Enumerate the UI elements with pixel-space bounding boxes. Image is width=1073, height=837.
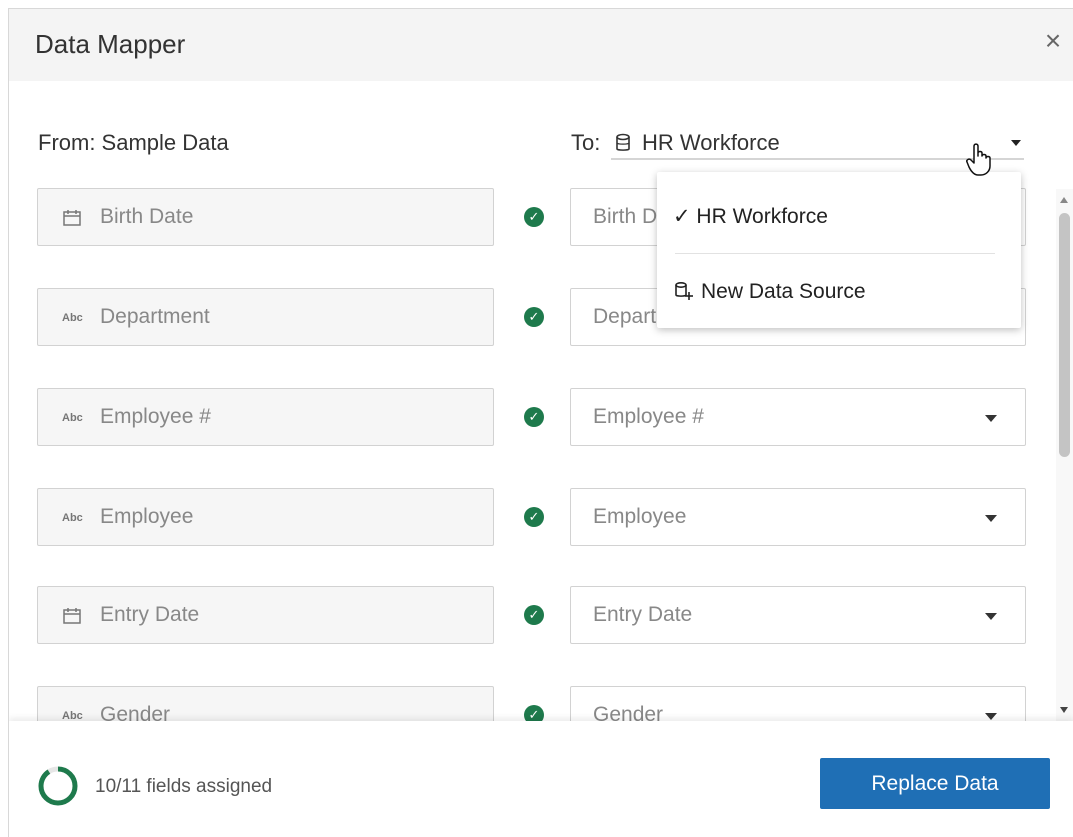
string-type-icon: Abc [62,412,83,424]
target-field-select[interactable]: Entry Date [570,586,1026,644]
source-field-label: Birth Date [100,205,194,228]
source-field-label: Employee # [100,405,211,428]
to-selector: To: HR Workforce [571,130,1026,162]
mapping-row: Entry Date ✓ Entry Date [9,586,1054,644]
dropdown-divider [675,253,995,254]
chevron-down-icon[interactable] [1011,140,1021,146]
dropdown-item-hr-workforce[interactable]: ✓ HR Workforce [657,186,1021,246]
source-field-label: Gender [100,703,171,721]
chevron-down-icon[interactable] [985,415,997,422]
source-field: Abc Department [37,288,494,346]
hand-cursor-icon [966,143,991,176]
target-field-value: Gender [593,703,664,721]
check-icon: ✓ [524,407,544,427]
chevron-down-icon[interactable] [985,515,997,522]
dropdown-item-new-data-source[interactable]: New Data Source [657,262,1021,322]
scrollbar-thumb[interactable] [1059,213,1070,457]
data-source-dropdown: ✓ HR Workforce New Data Source [657,172,1021,328]
target-field-select[interactable]: Employee [570,488,1026,546]
mapping-row: Abc Employee ✓ Employee [9,488,1054,546]
progress-ring [38,766,78,806]
fields-assigned-status: 10/11 fields assigned [95,776,273,797]
close-icon[interactable]: × [1041,27,1065,55]
mapping-row: Abc Employee # ✓ Employee # [9,388,1054,446]
source-field: Abc Employee # [37,388,494,446]
target-field-value: Employee [593,505,687,528]
calendar-icon [63,210,81,226]
dropdown-item-label: New Data Source [701,280,866,303]
calendar-icon [63,608,81,624]
replace-data-button[interactable]: Replace Data [820,758,1050,809]
source-field: Entry Date [37,586,494,644]
from-label: From: Sample Data [38,130,229,155]
chevron-down-icon[interactable] [985,713,997,720]
dialog-title: Data Mapper [35,29,186,59]
to-label: To: [571,130,601,155]
string-type-icon: Abc [62,710,83,721]
dialog-footer: 10/11 fields assigned Replace Data [9,721,1073,837]
new-data-source-icon [675,281,693,300]
target-field-select[interactable]: Gender [570,686,1026,721]
source-field-label: Department [100,305,210,328]
data-mapper-dialog: Data Mapper × From: Sample Data To: HR W… [8,8,1073,837]
check-icon: ✓ [524,605,544,625]
source-field: Birth Date [37,188,494,246]
scrollbar[interactable] [1056,189,1073,721]
source-field-label: Employee [100,505,194,528]
target-field-select[interactable]: Employee # [570,388,1026,446]
mapping-row: Abc Gender ✓ Gender [9,686,1054,721]
scroll-down-icon[interactable] [1060,707,1068,713]
dialog-header: Data Mapper × [9,9,1073,81]
string-type-icon: Abc [62,312,83,324]
check-icon: ✓ [524,207,544,227]
data-source-select[interactable]: HR Workforce [611,128,1024,160]
source-field: Abc Gender [37,686,494,721]
database-icon [616,133,630,151]
string-type-icon: Abc [62,512,83,524]
source-field-label: Entry Date [100,603,200,626]
source-field: Abc Employee [37,488,494,546]
target-field-value: Entry Date [593,603,693,626]
chevron-down-icon[interactable] [985,613,997,620]
check-icon: ✓ [524,705,544,721]
dropdown-item-label: ✓ HR Workforce [673,205,828,228]
target-field-value: Employee # [593,405,704,428]
check-icon: ✓ [524,307,544,327]
check-icon: ✓ [524,507,544,527]
data-source-value: HR Workforce [642,130,780,155]
scroll-up-icon[interactable] [1060,197,1068,203]
